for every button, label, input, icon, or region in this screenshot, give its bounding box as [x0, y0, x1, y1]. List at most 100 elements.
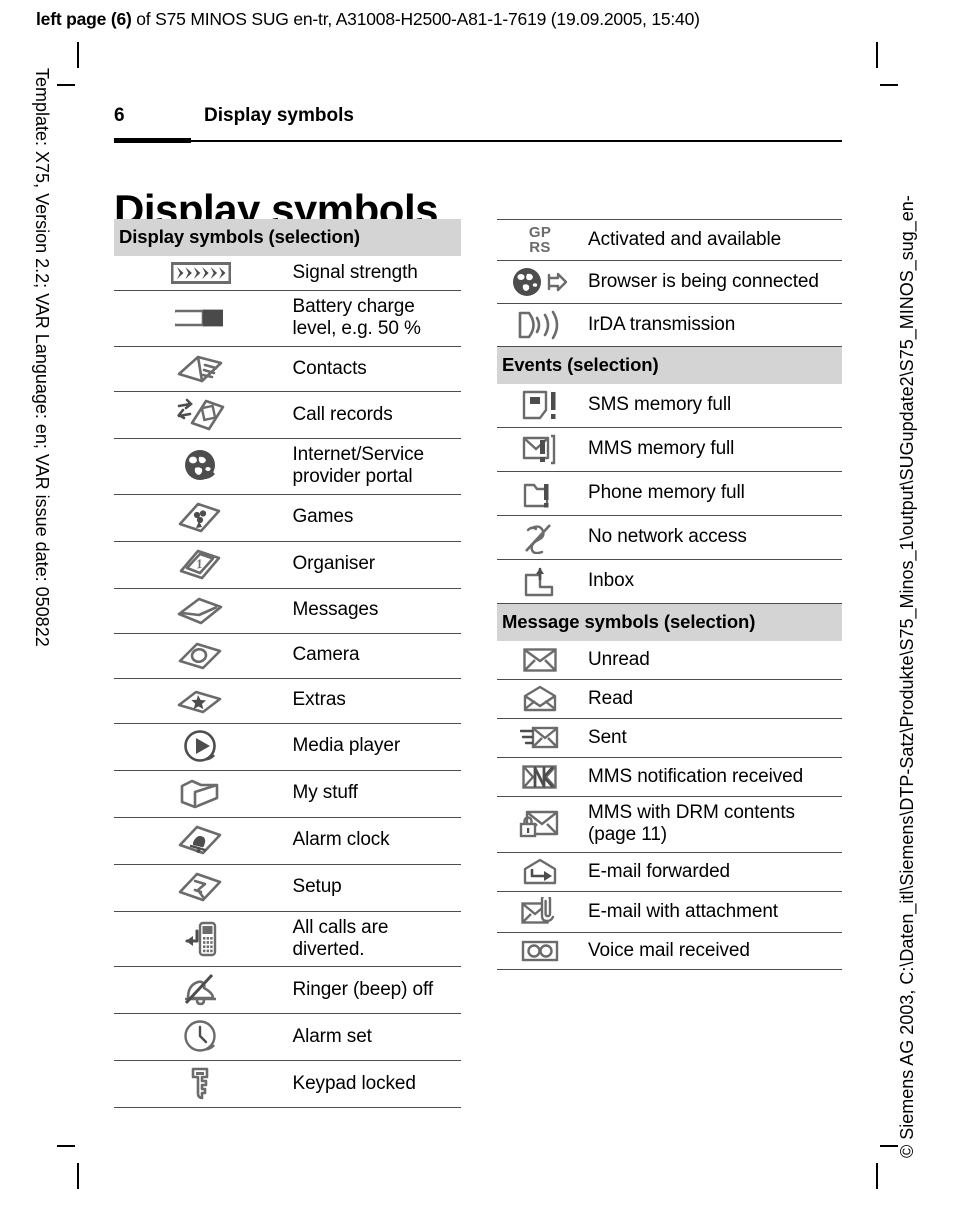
ringer-off-icon [114, 966, 288, 1015]
email-attachment-icon [497, 891, 583, 933]
battery-half-icon [114, 290, 288, 347]
section-heading-label: Events (selection) [497, 346, 842, 384]
table-row: Alarm set [114, 1013, 461, 1062]
browser-connecting-icon [497, 260, 583, 304]
table-row: Extras [114, 678, 461, 724]
symbol-label: IrDA transmission [583, 303, 842, 347]
symbol-label: Keypad locked [287, 1060, 461, 1109]
symbol-label: Internet/Service provider portal [287, 438, 461, 495]
symbol-label: Ringer (beep) off [287, 966, 461, 1015]
irda-icon [497, 303, 583, 347]
symbol-label: Read [583, 679, 842, 719]
section-heading-label: Display symbols (selection) [114, 219, 461, 256]
table-row: Alarm clock [114, 817, 461, 865]
table-row: All calls are diverted. [114, 911, 461, 968]
symbol-label: Extras [287, 678, 461, 724]
symbol-label: Contacts [287, 346, 461, 392]
games-icon [114, 494, 288, 542]
contacts-icon [114, 346, 288, 392]
symbol-label: Sent [583, 718, 842, 758]
call-records-icon [114, 391, 288, 439]
table-row: IrDA transmission [497, 303, 842, 347]
table-row: MMS memory full [497, 427, 842, 472]
symbol-label: Phone memory full [583, 471, 842, 516]
table-row: Keypad locked [114, 1060, 461, 1109]
copyright-path-sidebar: © Siemens AG 2003, C:\Daten_itl\Siemens\… [897, 98, 940, 1158]
table-row: Ringer (beep) off [114, 966, 461, 1015]
symbol-label: All calls are diverted. [287, 911, 461, 968]
keypad-locked-icon [114, 1060, 288, 1109]
table-row: Browser is being connected [497, 260, 842, 304]
table-row: MMS notification received [497, 757, 842, 797]
voice-mail-icon [497, 932, 583, 970]
symbol-label: MMS memory full [583, 427, 842, 472]
symbol-label: My stuff [287, 770, 461, 818]
left-column: Display symbols (selection) Signal stren… [114, 219, 461, 1109]
call-diverted-icon [114, 911, 288, 968]
running-head-rule-thin [191, 140, 842, 142]
symbol-label: MMS notification received [583, 757, 842, 797]
table-row: Contacts [114, 346, 461, 392]
symbol-label: SMS memory full [583, 384, 842, 428]
table-row: Inbox [497, 559, 842, 604]
unread-envelope-icon [497, 641, 583, 680]
signal-strength-icon [114, 256, 288, 291]
running-head-rule-thick [114, 138, 191, 143]
running-head: 6 Display symbols [114, 105, 842, 141]
crop-mark-top-left-vertical [77, 42, 79, 68]
email-forwarded-icon [497, 852, 583, 892]
table-row: Setup [114, 864, 461, 912]
running-head-title: Display symbols [204, 105, 354, 126]
mms-memory-full-icon [497, 427, 583, 472]
table-row: Call records [114, 391, 461, 439]
table-row: Signal strength [114, 256, 461, 291]
right-column: GP RS Activated and available Browser is b… [497, 219, 842, 970]
symbol-label: Call records [287, 391, 461, 439]
table-row: E-mail with attachment [497, 891, 842, 933]
symbol-label: E-mail with attachment [583, 891, 842, 933]
table-row: Games [114, 494, 461, 542]
crop-mark-bottom-left-horizontal [57, 1145, 75, 1147]
table-row: MMS with DRM contents (page 11) [497, 796, 842, 853]
section-heading-row: Events (selection) [497, 346, 842, 384]
symbol-label: Browser is being connected [583, 260, 842, 304]
my-stuff-icon [114, 770, 288, 818]
table-row: Camera [114, 633, 461, 679]
symbol-label: Inbox [583, 559, 842, 604]
page-number: 6 [114, 105, 125, 126]
table-row: SMS memory full [497, 384, 842, 428]
mms-notification-icon [497, 757, 583, 797]
symbol-label: Media player [287, 723, 461, 771]
phone-memory-full-icon [497, 471, 583, 516]
inbox-icon [497, 559, 583, 604]
sms-memory-full-icon [497, 384, 583, 428]
table-row: Messages [114, 588, 461, 634]
table-row: Read [497, 679, 842, 719]
symbol-label: MMS with DRM contents (page 11) [583, 796, 842, 853]
table-row: Voice mail received [497, 932, 842, 970]
crop-mark-bottom-left-vertical [77, 1163, 79, 1189]
table-row: My stuff [114, 770, 461, 818]
print-header-rest: of S75 MINOS SUG en-tr, A31008-H2500-A81… [131, 9, 700, 29]
symbol-label: Games [287, 494, 461, 542]
messages-icon [114, 588, 288, 634]
table-row: Unread [497, 641, 842, 680]
media-player-icon [114, 723, 288, 771]
sent-envelope-icon [497, 718, 583, 758]
gprs-icon: GP RS [497, 219, 583, 261]
symbol-label: Battery charge level, e.g. 50 % [287, 290, 461, 347]
no-network-icon [497, 515, 583, 560]
crop-mark-top-right-horizontal [880, 84, 898, 86]
symbol-label: Unread [583, 641, 842, 680]
events-and-messages-table: GP RS Activated and available Browser is b… [497, 219, 842, 970]
crop-mark-top-right-vertical [876, 42, 878, 68]
crop-mark-top-left-horizontal [57, 84, 75, 86]
symbol-label: Alarm clock [287, 817, 461, 865]
template-info-text: Template: X75, Version 2.2; VAR Language… [32, 68, 52, 647]
symbol-label: Activated and available [583, 219, 842, 261]
mms-drm-icon [497, 796, 583, 853]
symbol-label: Organiser [287, 541, 461, 589]
alarm-set-icon [114, 1013, 288, 1062]
extras-icon [114, 678, 288, 724]
organiser-icon: 1 [114, 541, 288, 589]
